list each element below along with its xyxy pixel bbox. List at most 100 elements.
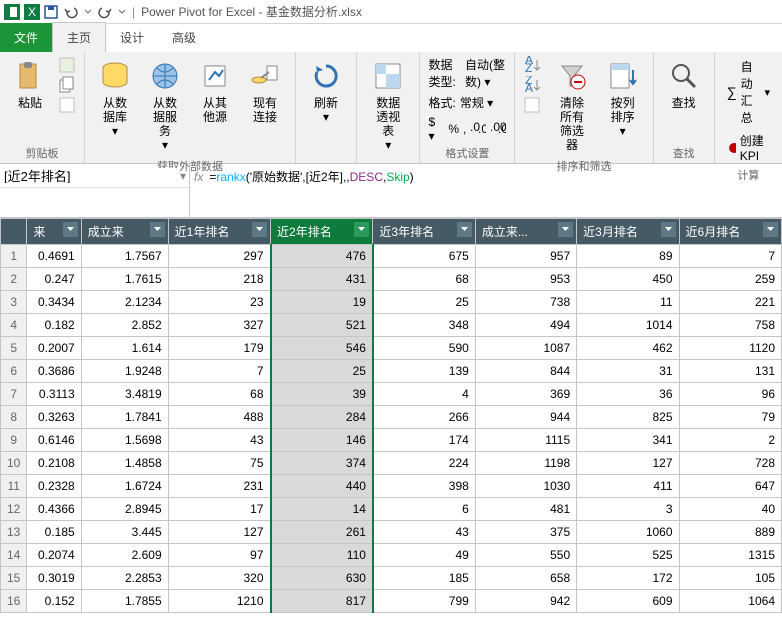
- cut-icon[interactable]: [58, 56, 76, 74]
- cell-selected[interactable]: 817: [271, 590, 373, 613]
- cell[interactable]: 3: [577, 498, 679, 521]
- kpi-button[interactable]: 创建 KPI: [723, 130, 774, 165]
- cell[interactable]: 2.609: [81, 544, 168, 567]
- refresh-button[interactable]: 刷新▾: [304, 56, 348, 128]
- cell-selected[interactable]: 521: [271, 314, 373, 337]
- cell[interactable]: 2: [679, 429, 781, 452]
- fx-icon[interactable]: fx: [194, 170, 203, 184]
- cell[interactable]: 1014: [577, 314, 679, 337]
- cell[interactable]: 1087: [475, 337, 576, 360]
- format-dropdown[interactable]: 常规 ▾: [460, 94, 493, 111]
- cell[interactable]: 844: [475, 360, 576, 383]
- cell[interactable]: 348: [373, 314, 475, 337]
- cell[interactable]: 658: [475, 567, 576, 590]
- cell[interactable]: 2.1234: [81, 291, 168, 314]
- cell[interactable]: 2.852: [81, 314, 168, 337]
- column-header-selected[interactable]: 近2年排名: [271, 219, 373, 245]
- cell[interactable]: 675: [373, 245, 475, 268]
- cell[interactable]: 75: [168, 452, 270, 475]
- cell[interactable]: 4: [373, 383, 475, 406]
- sort-by-column-button[interactable]: 按列排序▾: [601, 56, 645, 142]
- cell-selected[interactable]: 19: [271, 291, 373, 314]
- paste-button[interactable]: 粘贴: [8, 56, 52, 114]
- cell[interactable]: 758: [679, 314, 781, 337]
- filter-dropdown-icon[interactable]: [354, 222, 369, 237]
- cell[interactable]: 97: [168, 544, 270, 567]
- cell[interactable]: 89: [577, 245, 679, 268]
- cell-selected[interactable]: 261: [271, 521, 373, 544]
- cell-selected[interactable]: 630: [271, 567, 373, 590]
- chevron-down-icon[interactable]: ▾: [180, 169, 186, 183]
- cell[interactable]: 23: [168, 291, 270, 314]
- cell[interactable]: 1210: [168, 590, 270, 613]
- cell[interactable]: 43: [373, 521, 475, 544]
- cell[interactable]: 36: [577, 383, 679, 406]
- cell[interactable]: 127: [168, 521, 270, 544]
- column-header[interactable]: 成立来: [81, 219, 168, 245]
- filter-dropdown-icon[interactable]: [457, 222, 472, 237]
- cell[interactable]: 0.247: [27, 268, 81, 291]
- chevron-down-icon[interactable]: [118, 8, 126, 16]
- cell[interactable]: 0.2074: [27, 544, 81, 567]
- cell[interactable]: 825: [577, 406, 679, 429]
- cell[interactable]: 68: [373, 268, 475, 291]
- cell[interactable]: 369: [475, 383, 576, 406]
- cell[interactable]: 609: [577, 590, 679, 613]
- cell[interactable]: 450: [577, 268, 679, 291]
- cell[interactable]: 738: [475, 291, 576, 314]
- cell[interactable]: 17: [168, 498, 270, 521]
- cell[interactable]: 327: [168, 314, 270, 337]
- cell[interactable]: 0.152: [27, 590, 81, 613]
- cell[interactable]: 942: [475, 590, 576, 613]
- table-row[interactable]: 5 0.2007 1.614 179 546 590 1087 462 1120: [1, 337, 782, 360]
- cell[interactable]: 1.9248: [81, 360, 168, 383]
- cell[interactable]: 0.3019: [27, 567, 81, 590]
- cell[interactable]: 3.4819: [81, 383, 168, 406]
- table-row[interactable]: 6 0.3686 1.9248 7 25 139 844 31 131: [1, 360, 782, 383]
- cell[interactable]: 728: [679, 452, 781, 475]
- from-database-button[interactable]: 从数据库▾: [93, 56, 137, 142]
- datatype-dropdown[interactable]: 自动(整数) ▾: [465, 56, 506, 90]
- cell[interactable]: 25: [373, 291, 475, 314]
- column-header[interactable]: 来: [27, 219, 81, 245]
- tab-design[interactable]: 设计: [106, 23, 158, 52]
- cell[interactable]: 0.2007: [27, 337, 81, 360]
- table-row[interactable]: 8 0.3263 1.7841 488 284 266 944 825 79: [1, 406, 782, 429]
- format-painter-icon[interactable]: [58, 96, 76, 114]
- existing-conn-button[interactable]: 现有连接: [243, 56, 287, 128]
- tab-home[interactable]: 主页: [52, 22, 106, 52]
- cell[interactable]: 79: [679, 406, 781, 429]
- cell[interactable]: 550: [475, 544, 576, 567]
- cell[interactable]: 127: [577, 452, 679, 475]
- cell[interactable]: 43: [168, 429, 270, 452]
- cell[interactable]: 185: [373, 567, 475, 590]
- table-row[interactable]: 3 0.3434 2.1234 23 19 25 738 11 221: [1, 291, 782, 314]
- cell[interactable]: 1.7841: [81, 406, 168, 429]
- table-row[interactable]: 4 0.182 2.852 327 521 348 494 1014 758: [1, 314, 782, 337]
- cell[interactable]: 0.6146: [27, 429, 81, 452]
- comma-button[interactable]: ,: [463, 122, 466, 136]
- cell[interactable]: 6: [373, 498, 475, 521]
- cell[interactable]: 488: [168, 406, 270, 429]
- clear-sort-icon[interactable]: [523, 96, 543, 114]
- cell[interactable]: 0.3263: [27, 406, 81, 429]
- filter-dropdown-icon[interactable]: [150, 222, 165, 237]
- cell[interactable]: 462: [577, 337, 679, 360]
- cell[interactable]: 172: [577, 567, 679, 590]
- cell[interactable]: 0.3113: [27, 383, 81, 406]
- column-header[interactable]: 近3年排名: [373, 219, 475, 245]
- save-icon[interactable]: [44, 5, 58, 19]
- cell[interactable]: 1.7615: [81, 268, 168, 291]
- cell[interactable]: 0.4691: [27, 245, 81, 268]
- percent-button[interactable]: %: [448, 122, 459, 136]
- table-row[interactable]: 2 0.247 1.7615 218 431 68 953 450 259: [1, 268, 782, 291]
- cell[interactable]: 1.7855: [81, 590, 168, 613]
- cell[interactable]: 1120: [679, 337, 781, 360]
- cell[interactable]: 1064: [679, 590, 781, 613]
- cell[interactable]: 3.445: [81, 521, 168, 544]
- cell[interactable]: 341: [577, 429, 679, 452]
- data-grid[interactable]: 来 成立来 近1年排名 近2年排名 近3年排名 成立来... 近3月排名 近6月…: [0, 218, 782, 613]
- column-header[interactable]: 近3月排名: [577, 219, 679, 245]
- cell[interactable]: 953: [475, 268, 576, 291]
- cell[interactable]: 11: [577, 291, 679, 314]
